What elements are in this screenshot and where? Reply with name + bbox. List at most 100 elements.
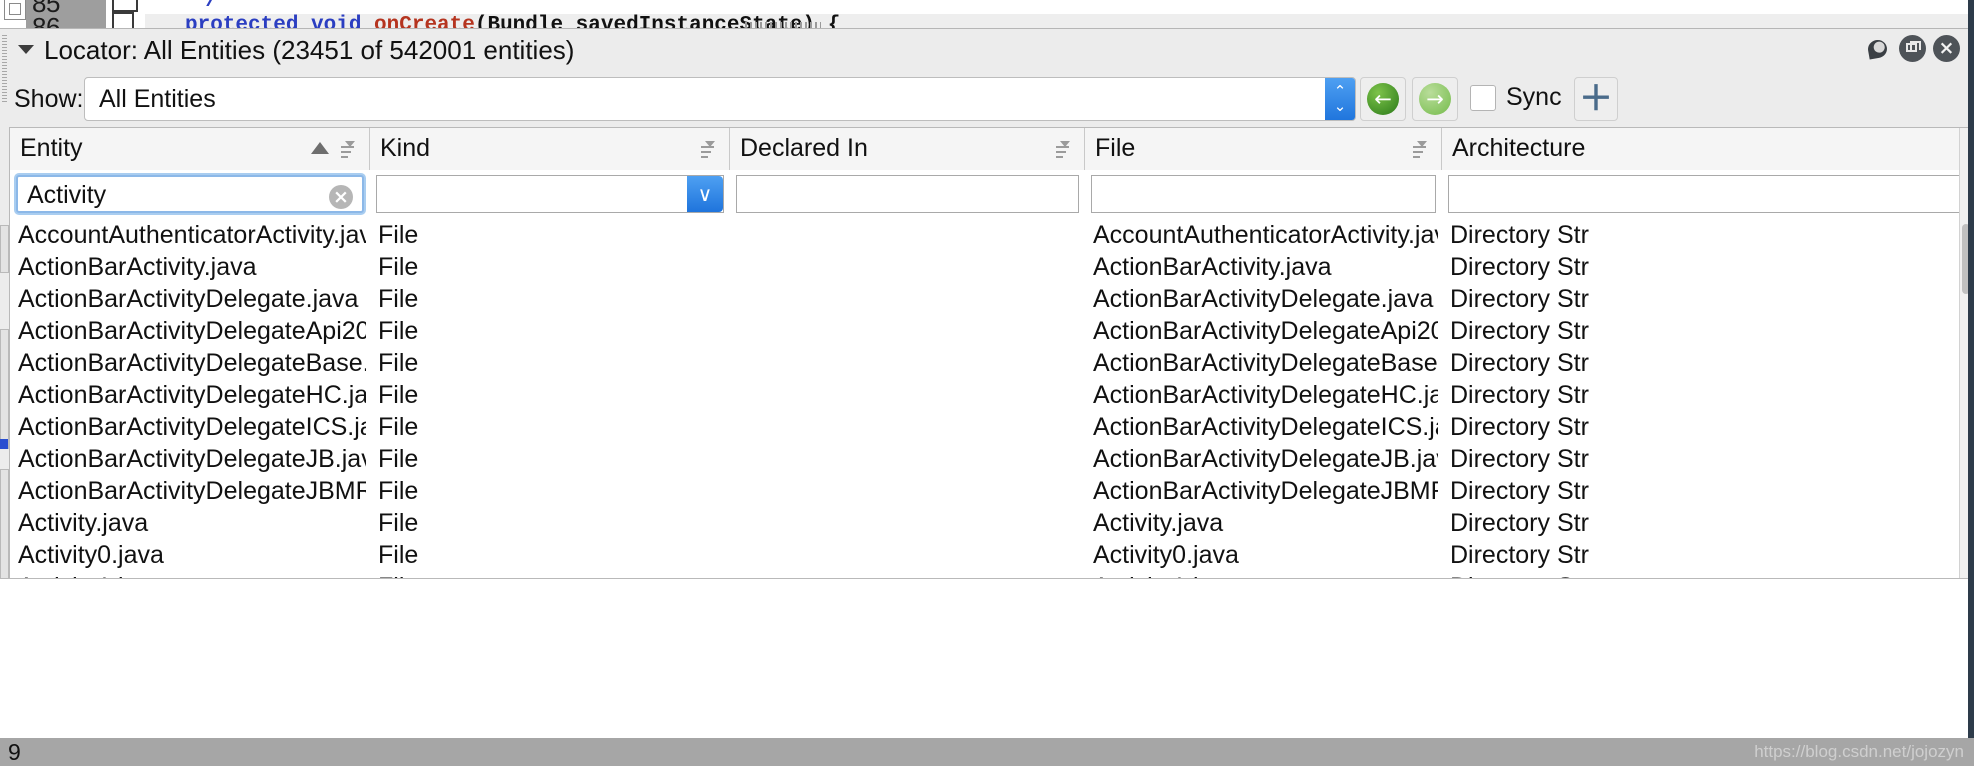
table-cell-declared-in [738, 252, 1081, 284]
table-cell-file: ActionBarActivityDelegateICS.java [1093, 413, 1438, 441]
table-row[interactable]: ActionBarActivityDelegateHC.java File Acti… [10, 380, 1971, 412]
table-row[interactable]: ActionBarActivityDelegateApi20.j... File A… [10, 316, 1971, 348]
back-arrow-icon: ← [1367, 83, 1399, 115]
restore-icon[interactable] [1899, 35, 1926, 62]
sync-checkbox[interactable] [1470, 85, 1496, 111]
table-cell-kind: File [378, 413, 419, 441]
architecture-filter-input[interactable] [1448, 175, 1971, 213]
table-cell-file: ActionBarActivityDelegateApi20.j... [1093, 317, 1438, 345]
filter-cell-file [1085, 170, 1442, 220]
table-cell-architecture: Directory Str [1450, 477, 1589, 505]
table-cell-file: Activity0.java [1093, 541, 1239, 569]
back-button[interactable]: ← [1360, 77, 1406, 121]
outer-scroll-strip[interactable] [0, 329, 9, 449]
column-header-entity[interactable]: Entity [10, 128, 370, 170]
triangle-down-icon[interactable] [18, 45, 34, 54]
table-row[interactable]: Activity1.java File Activity1.java Director… [10, 572, 1971, 578]
table-row[interactable]: ActionBarActivityDelegateBase.ja... File A… [10, 348, 1971, 380]
table-cell-entity: Activity0.java [18, 541, 164, 569]
table-body[interactable]: AccountAuthenticatorActivity.java File Acc… [10, 220, 1971, 578]
declared-in-filter-input[interactable] [736, 175, 1079, 213]
scroll-marker [0, 439, 8, 449]
table-cell-declared-in [738, 412, 1081, 444]
table-row[interactable]: AccountAuthenticatorActivity.java File Acc… [10, 220, 1971, 252]
table-cell-architecture: Directory Str [1450, 285, 1589, 313]
table-row[interactable]: ActionBarActivityDelegateJBMR2... File Act… [10, 476, 1971, 508]
table-cell-entity: ActionBarActivity.java [18, 253, 257, 281]
table-cell-declared-in [738, 284, 1081, 316]
filter-icon[interactable] [701, 139, 719, 159]
table-cell-kind: File [378, 253, 419, 281]
column-header-label: Entity [20, 134, 83, 162]
kind-filter-input[interactable] [376, 175, 724, 213]
table-cell-architecture: Directory Str [1450, 253, 1589, 281]
show-combobox[interactable]: All Entities ⌃ ⌄ [84, 77, 1356, 121]
table-cell-declared-in [738, 572, 1081, 578]
column-header-kind[interactable]: Kind [370, 128, 730, 170]
table-cell-declared-in [738, 220, 1081, 252]
table-cell-architecture: Directory Str [1450, 509, 1589, 537]
window-right-edge [1968, 0, 1974, 766]
table-cell-file: ActionBarActivity.java [1093, 253, 1332, 281]
table-header-row: Entity Kind Declared In File Architectur… [10, 128, 1971, 171]
table-cell-architecture: Directory Str [1450, 572, 1971, 578]
column-header-declared-in[interactable]: Declared In [730, 128, 1085, 170]
sync-label: Sync [1506, 83, 1562, 111]
editor-fold-box-icon[interactable] [4, 0, 26, 20]
chevron-down-icon[interactable] [687, 176, 723, 212]
table-row[interactable]: ActionBarActivity.java File ActionBarActiv… [10, 252, 1971, 284]
code-comment-text: */ [192, 0, 219, 13]
table-cell-kind: File [378, 477, 419, 505]
table-cell-file: AccountAuthenticatorActivity.java [1093, 221, 1438, 249]
filter-icon[interactable] [1413, 139, 1431, 159]
filter-icon[interactable] [1056, 139, 1074, 159]
pin-icon[interactable] [1865, 35, 1892, 62]
table-row[interactable]: Activity0.java File Activity0.java Director… [10, 540, 1971, 572]
table-cell-architecture: Directory Str [1450, 413, 1589, 441]
filter-cell-entity: Activity [10, 170, 370, 220]
chevron-down-icon[interactable]: ⌄ [1333, 99, 1347, 114]
column-header-file[interactable]: File [1085, 128, 1442, 170]
file-filter-input[interactable] [1091, 175, 1436, 213]
window-button-group: × [1865, 35, 1960, 62]
table-cell-kind: File [378, 572, 726, 578]
table-row[interactable]: ActionBarActivityDelegate.java File Action… [10, 284, 1971, 316]
table-cell-kind: File [378, 381, 419, 409]
column-header-architecture[interactable]: Architecture [1442, 128, 1971, 170]
table-cell-architecture: Directory Str [1450, 221, 1589, 249]
watermark-url: https://blog.csdn.net/jojozyn [1754, 742, 1964, 761]
close-icon[interactable]: × [1933, 35, 1960, 62]
table-row[interactable]: Activity.java File Activity.java Directory … [10, 508, 1971, 540]
add-locator-button[interactable]: ＋ [1574, 77, 1618, 121]
table-cell-declared-in [738, 540, 1081, 572]
status-bar: 9 https://blog.csdn.net/jojozyn [0, 738, 1974, 766]
table-cell-entity: Activity.java [18, 509, 149, 537]
filter-icon[interactable] [341, 139, 359, 159]
table-cell-file: Activity1.java [1093, 572, 1438, 578]
entity-filter-input[interactable]: Activity [16, 175, 364, 213]
outer-scroll-strip[interactable] [0, 469, 9, 579]
table-cell-architecture: Directory Str [1450, 541, 1589, 569]
chevron-up-icon[interactable]: ⌃ [1333, 84, 1347, 99]
page-title: Locator: All Entities (23451 of 542001 e… [44, 35, 575, 65]
table-row[interactable]: ActionBarActivityDelegateJB.java File Acti… [10, 444, 1971, 476]
forward-button[interactable]: → [1412, 77, 1458, 121]
stepper-buttons[interactable]: ⌃ ⌄ [1325, 78, 1355, 120]
table-cell-entity: ActionBarActivityDelegateApi20.j... [18, 317, 366, 345]
clear-icon[interactable] [329, 185, 353, 209]
status-text: 9 [8, 739, 21, 765]
show-combobox-value: All Entities [99, 85, 216, 113]
table-cell-entity: AccountAuthenticatorActivity.java [18, 221, 366, 249]
table-cell-entity: ActionBarActivityDelegateJB.java [18, 445, 366, 473]
plus-icon: ＋ [1579, 79, 1613, 119]
outer-scroll-strip[interactable] [0, 225, 9, 273]
table-cell-kind: File [378, 221, 419, 249]
table-cell-file: ActionBarActivityDelegate.java [1093, 285, 1434, 313]
code-fold-bracket-icon[interactable] [112, 0, 138, 12]
table-row[interactable]: ActionBarActivityDelegateICS.java File Act… [10, 412, 1971, 444]
sort-ascending-icon[interactable] [311, 142, 329, 154]
table-cell-declared-in [738, 316, 1081, 348]
table-cell-declared-in [738, 348, 1081, 380]
locator-title-bar: Locator: All Entities (23451 of 542001 e… [0, 29, 1974, 73]
table-cell-architecture: Directory Str [1450, 317, 1589, 345]
